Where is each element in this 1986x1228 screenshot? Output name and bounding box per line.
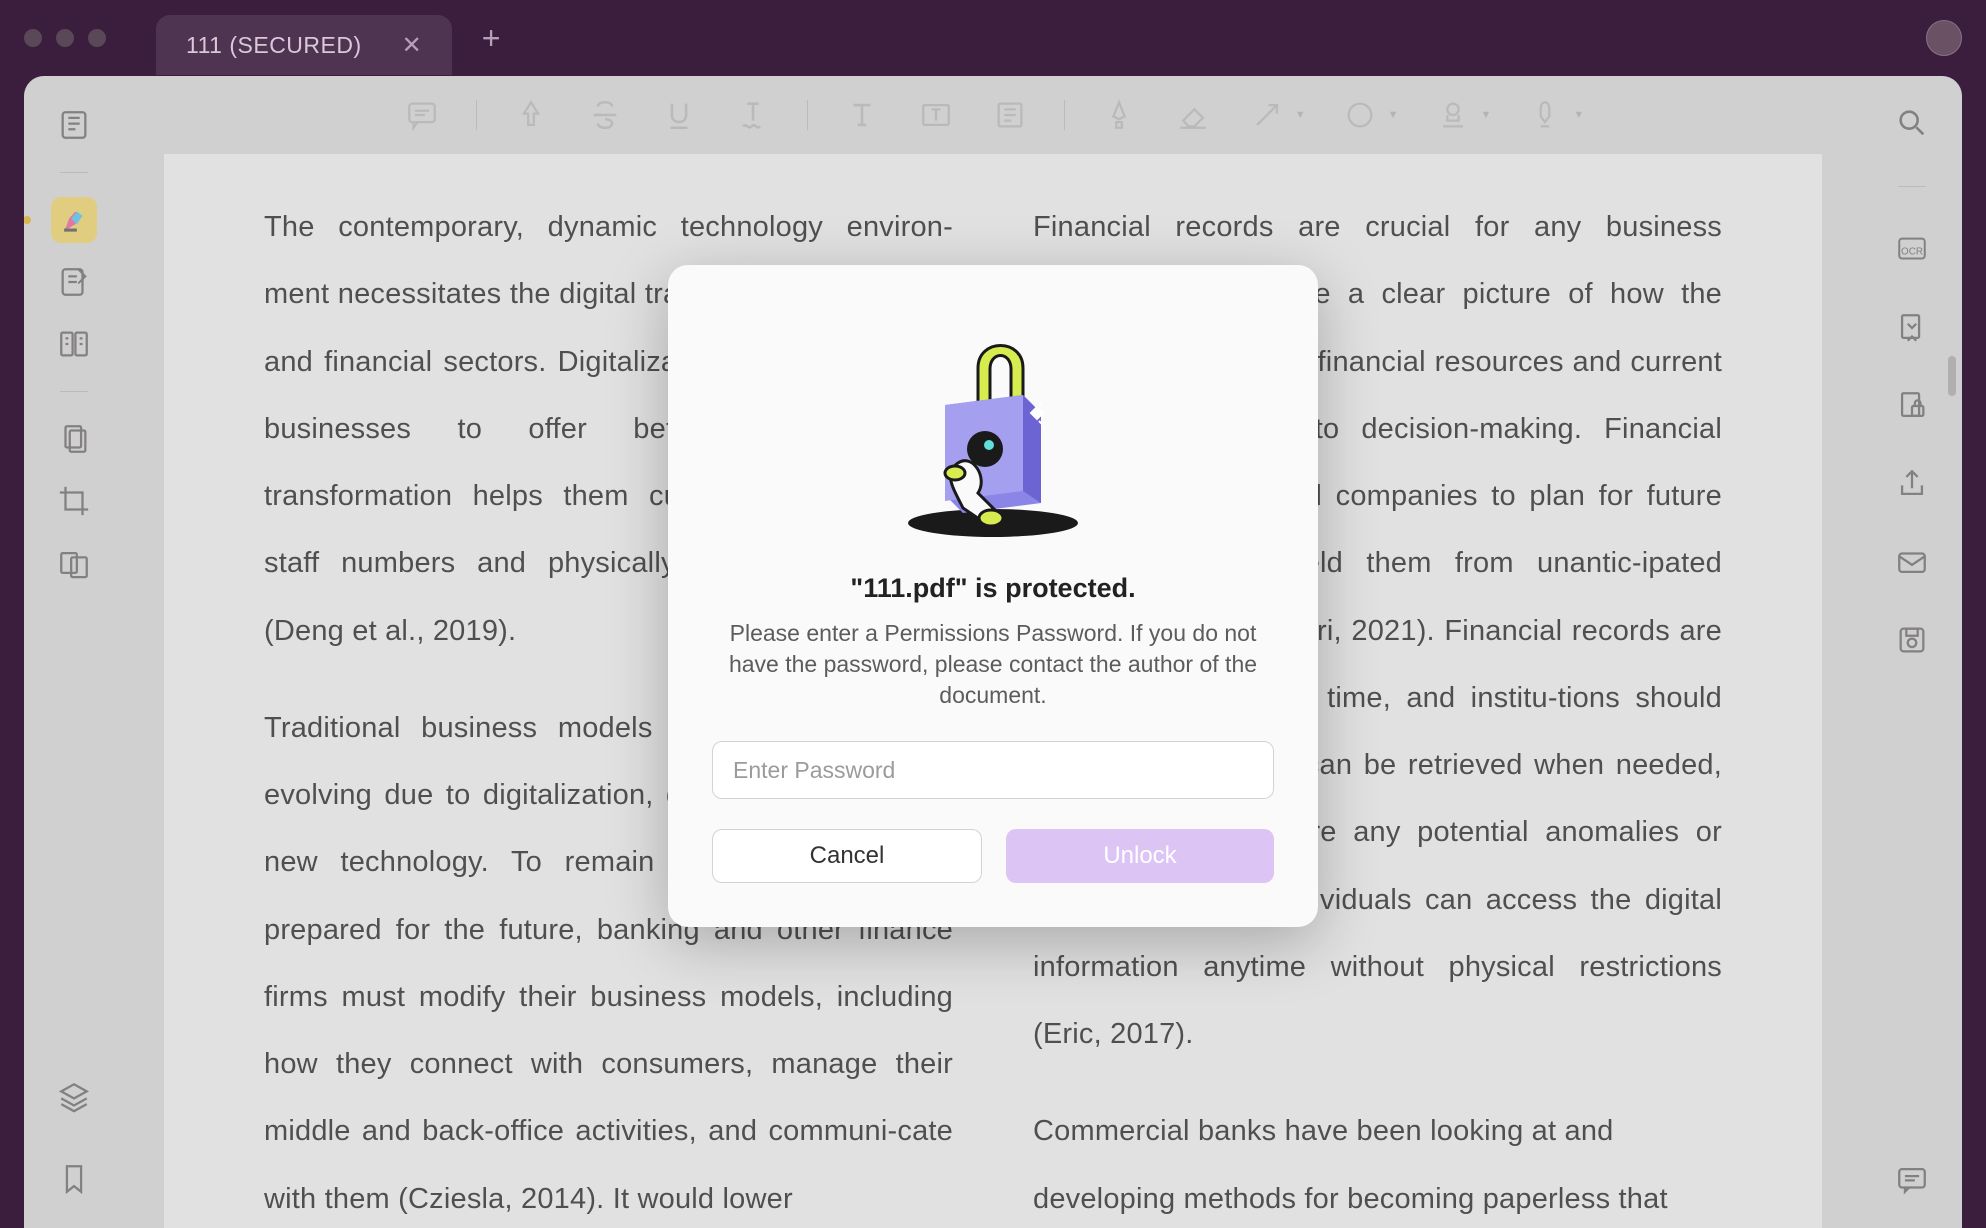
thumbnails-icon[interactable] (51, 102, 97, 148)
arrow-tool-icon[interactable] (1247, 95, 1287, 135)
dialog-title: "111.pdf" is protected. (712, 573, 1274, 604)
share-icon[interactable] (1889, 461, 1935, 507)
password-input[interactable] (712, 741, 1274, 799)
maximize-window[interactable] (88, 29, 106, 47)
toolbar-separator (807, 100, 808, 130)
underline-icon[interactable] (659, 95, 699, 135)
right-sidebar: OCR (1862, 76, 1962, 1228)
eraser-icon[interactable] (1173, 95, 1213, 135)
ocr-icon[interactable]: OCR (1889, 227, 1935, 273)
pen-icon[interactable] (1099, 95, 1139, 135)
pages-icon[interactable] (51, 416, 97, 462)
toolbar-separator (1064, 100, 1065, 130)
left-sidebar (24, 76, 124, 1228)
paragraph: Commercial banks have been looking at an… (1033, 1098, 1722, 1228)
comment-icon[interactable] (402, 95, 442, 135)
dialog-message: Please enter a Permissions Password. If … (712, 618, 1274, 711)
titlebar: 111 (SECURED) ✕ + (0, 0, 1986, 76)
sidebar-divider (60, 391, 88, 392)
stamp-icon[interactable] (1433, 95, 1473, 135)
app-body: ▼ ▼ ▼ ▼ The contemporary, dynamic techno… (24, 76, 1962, 1228)
window-controls (24, 29, 106, 47)
text-tool-icon[interactable] (842, 95, 882, 135)
toolbar-separator (476, 100, 477, 130)
close-window[interactable] (24, 29, 42, 47)
tab-title: 111 (SECURED) (186, 32, 362, 59)
password-dialog: "111.pdf" is protected. Please enter a P… (668, 265, 1318, 927)
textbox-icon[interactable] (916, 95, 956, 135)
security-icon[interactable] (1889, 383, 1935, 429)
chat-icon[interactable] (1889, 1156, 1935, 1202)
dropdown-caret-icon[interactable]: ▼ (1295, 109, 1306, 121)
save-icon[interactable] (1889, 617, 1935, 663)
strikethrough-icon[interactable] (585, 95, 625, 135)
unlock-button[interactable]: Unlock (1006, 829, 1274, 883)
mail-icon[interactable] (1889, 539, 1935, 585)
convert-icon[interactable] (1889, 305, 1935, 351)
close-tab-icon[interactable]: ✕ (402, 31, 422, 60)
dropdown-caret-icon[interactable]: ▼ (1388, 109, 1399, 121)
dropdown-caret-icon[interactable]: ▼ (1481, 109, 1492, 121)
crop-icon[interactable] (51, 478, 97, 524)
shape-tool-icon[interactable] (1340, 95, 1380, 135)
minimize-window[interactable] (56, 29, 74, 47)
sidebar-divider (1898, 186, 1926, 187)
highlight-tool-icon[interactable] (511, 95, 551, 135)
document-tab[interactable]: 111 (SECURED) ✕ (156, 15, 452, 75)
annotate-icon[interactable] (51, 259, 97, 305)
lock-illustration (883, 313, 1103, 543)
toolbar: ▼ ▼ ▼ ▼ (124, 76, 1862, 154)
dialog-buttons: Cancel Unlock (712, 829, 1274, 883)
squiggly-icon[interactable] (733, 95, 773, 135)
sidebar-divider (60, 172, 88, 173)
reader-icon[interactable] (51, 321, 97, 367)
svg-text:OCR: OCR (1901, 246, 1923, 257)
cancel-button[interactable]: Cancel (712, 829, 982, 883)
user-avatar[interactable] (1926, 20, 1962, 56)
search-icon[interactable] (1889, 100, 1935, 146)
layers-icon[interactable] (51, 1074, 97, 1120)
signature-icon[interactable] (1525, 95, 1565, 135)
scrollbar-thumb[interactable] (1948, 356, 1956, 396)
compare-icon[interactable] (51, 540, 97, 586)
highlighter-icon[interactable] (51, 197, 97, 243)
new-tab-button[interactable]: + (482, 20, 501, 57)
note-icon[interactable] (990, 95, 1030, 135)
dropdown-caret-icon[interactable]: ▼ (1573, 109, 1584, 121)
bookmark-icon[interactable] (51, 1156, 97, 1202)
